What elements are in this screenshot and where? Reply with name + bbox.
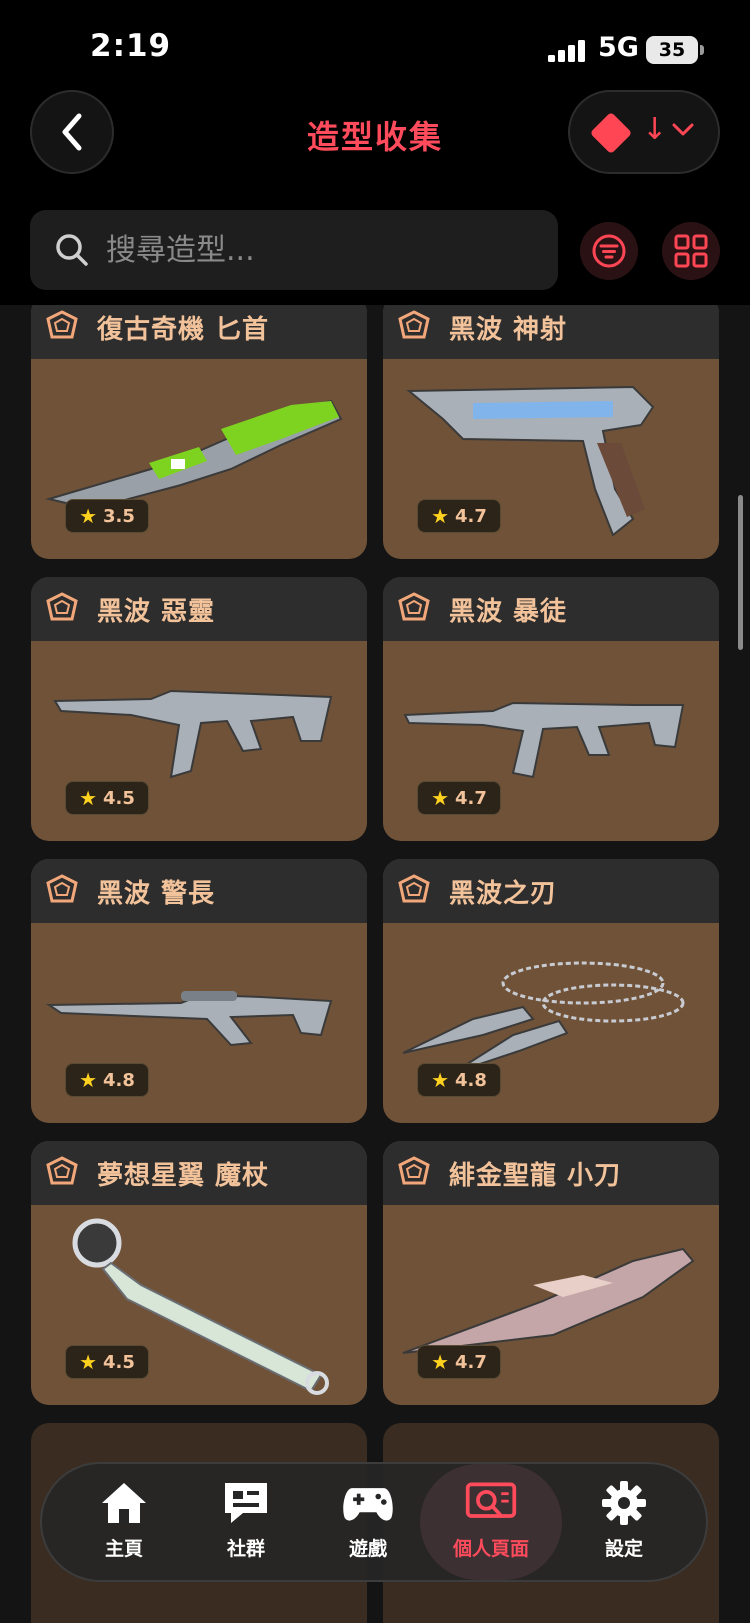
nav-games[interactable]: 遊戲	[306, 1464, 430, 1580]
nav-home[interactable]: 主頁	[62, 1464, 186, 1580]
arrow-down-icon: ↓	[642, 112, 668, 147]
rating-badge: ★ 4.5	[65, 781, 149, 815]
search-bar[interactable]	[30, 210, 558, 290]
star-icon: ★	[79, 504, 98, 528]
bottom-nav: 主頁 社群 遊戲 個人頁面 設定	[40, 1462, 708, 1582]
network-label: 5G	[598, 32, 639, 63]
grid-icon	[674, 234, 708, 268]
star-icon: ★	[79, 786, 98, 810]
star-icon: ★	[431, 504, 450, 528]
radianite-gem-icon	[589, 111, 633, 155]
tier-badge-icon	[398, 874, 430, 903]
rating-badge: ★ 3.5	[65, 499, 149, 533]
skin-name: 夢想星翼 魔杖	[97, 1161, 270, 1191]
star-icon: ★	[431, 1350, 450, 1374]
grid-view-button[interactable]	[662, 222, 720, 280]
skin-card[interactable]: 黑波 暴徒 ★ 4.7	[383, 577, 719, 841]
star-icon: ★	[79, 1068, 98, 1092]
star-icon: ★	[431, 786, 450, 810]
skin-name: 黑波之刃	[449, 879, 558, 909]
nav-profile[interactable]: 個人頁面	[420, 1464, 562, 1580]
skin-name: 緋金聖龍 小刀	[449, 1161, 622, 1191]
skin-card[interactable]: 黑波之刃 ★ 4.8	[383, 859, 719, 1123]
skin-card[interactable]: 夢想星翼 魔杖 ★ 4.5	[31, 1141, 367, 1405]
search-input[interactable]	[106, 210, 536, 290]
filter-button[interactable]	[580, 222, 638, 280]
skin-card[interactable]: 黑波 惡靈 ★ 4.5	[31, 577, 367, 841]
sort-dropdown[interactable]: ↓	[568, 90, 720, 174]
skin-name: 黑波 神射	[449, 315, 568, 345]
tier-badge-icon	[46, 310, 78, 339]
search-icon	[56, 234, 88, 266]
rating-badge: ★ 4.5	[65, 1345, 149, 1379]
chevron-down-icon	[672, 123, 694, 136]
tier-badge-icon	[398, 592, 430, 621]
filter-icon	[592, 234, 626, 268]
skin-name: 復古奇機 匕首	[97, 315, 270, 345]
skin-name: 黑波 惡靈	[97, 597, 216, 627]
rating-badge: ★ 4.7	[417, 499, 501, 533]
skin-name: 黑波 警長	[97, 879, 216, 909]
rating-badge: ★ 4.8	[417, 1063, 501, 1097]
skin-grid[interactable]: 復古奇機 匕首 ★ 3.5 黑波 神射 ★ 4.7 黑波 惡靈 ★ 4.5 黑波…	[0, 305, 750, 1623]
home-icon	[97, 1478, 151, 1528]
scrollbar[interactable]	[738, 495, 743, 650]
tier-badge-icon	[46, 1156, 78, 1185]
tier-badge-icon	[398, 310, 430, 339]
nav-community[interactable]: 社群	[184, 1464, 308, 1580]
skin-card[interactable]: 復古奇機 匕首 ★ 3.5	[31, 305, 367, 559]
chat-icon	[219, 1478, 273, 1528]
status-bar: 2:19 5G 35	[0, 0, 750, 90]
skin-card[interactable]: 緋金聖龍 小刀 ★ 4.7	[383, 1141, 719, 1405]
profile-search-icon	[464, 1478, 518, 1528]
battery-icon: 35	[646, 36, 704, 64]
tier-badge-icon	[46, 592, 78, 621]
tier-badge-icon	[398, 1156, 430, 1185]
rating-badge: ★ 4.8	[65, 1063, 149, 1097]
skin-card[interactable]: 黑波 警長 ★ 4.8	[31, 859, 367, 1123]
nav-settings[interactable]: 設定	[562, 1464, 686, 1580]
tier-badge-icon	[46, 874, 78, 903]
status-time: 2:19	[90, 28, 172, 64]
gear-icon	[597, 1478, 651, 1528]
star-icon: ★	[79, 1350, 98, 1374]
signal-icon	[548, 40, 585, 62]
skin-card[interactable]: 黑波 神射 ★ 4.7	[383, 305, 719, 559]
rating-badge: ★ 4.7	[417, 1345, 501, 1379]
skin-name: 黑波 暴徒	[449, 597, 568, 627]
rating-badge: ★ 4.7	[417, 781, 501, 815]
gamepad-icon	[341, 1478, 395, 1528]
star-icon: ★	[431, 1068, 450, 1092]
